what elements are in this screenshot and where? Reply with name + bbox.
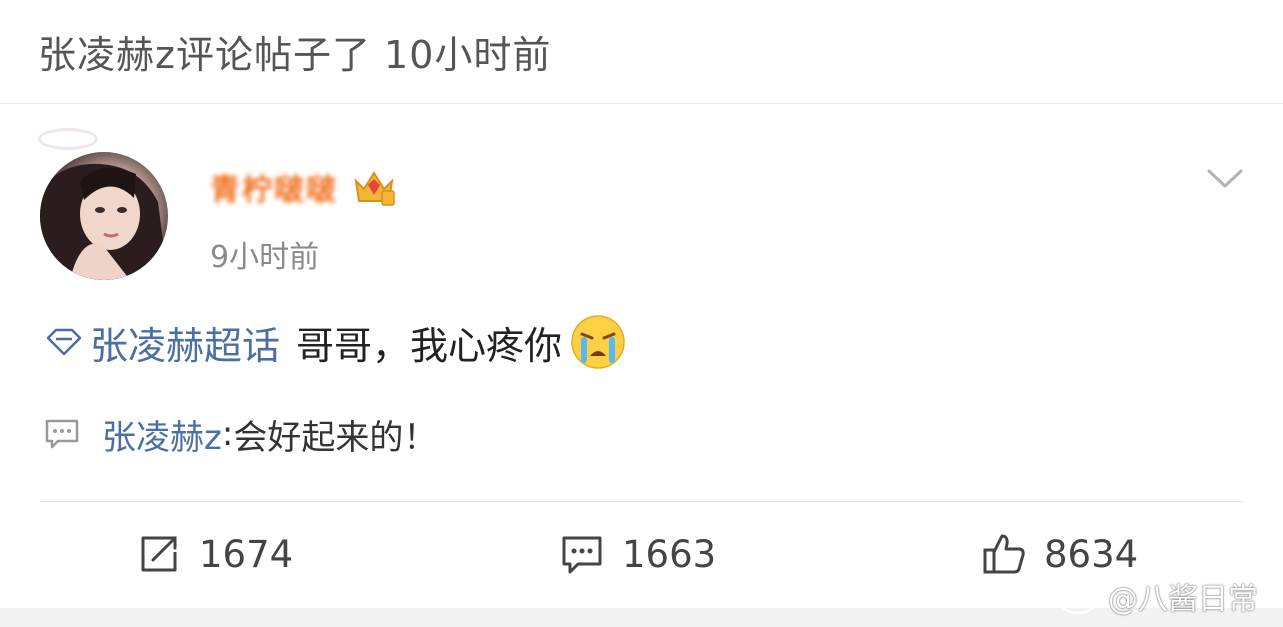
avatar-halo-decoration	[38, 128, 98, 150]
repost-count: 1674	[199, 532, 294, 576]
like-button[interactable]: 8634	[982, 528, 1138, 580]
comment-button[interactable]: 1663	[560, 528, 716, 580]
like-count: 8634	[1044, 532, 1139, 576]
reply-author[interactable]: 张凌赫z	[102, 410, 222, 459]
post-content: 张凌赫超话 哥哥，我心疼你	[44, 315, 626, 369]
comment-icon	[562, 536, 602, 574]
username-row: 青柠啵啵	[210, 165, 396, 209]
reply-separator: :	[221, 414, 234, 454]
topic-label: 张凌赫超话	[90, 323, 281, 368]
avatar[interactable]	[40, 152, 168, 280]
crown-icon	[354, 171, 395, 206]
repost-button[interactable]: 1674	[137, 528, 293, 580]
page-title: 张凌赫z评论帖子了 10小时前	[38, 33, 552, 77]
post-timestamp: 9小时前	[210, 240, 320, 275]
watermark: @八酱日常	[1058, 574, 1258, 618]
reply-row: 张凌赫z : 会好起来的！	[44, 410, 438, 459]
comment-count: 1663	[622, 532, 717, 576]
diamond-topic-icon	[46, 328, 82, 356]
divider	[40, 501, 1243, 502]
reply-text: 会好起来的！	[233, 417, 438, 458]
avatar-portrait-icon	[40, 163, 168, 280]
chevron-down-icon[interactable]	[1206, 166, 1244, 192]
crying-emoji-icon	[571, 315, 625, 369]
thumbs-up-icon	[983, 534, 1025, 574]
header-bar: 张凌赫z评论帖子了 10小时前	[0, 0, 1283, 104]
topic-link[interactable]: 张凌赫超话	[44, 315, 280, 370]
post-body-text: 哥哥，我心疼你	[296, 323, 563, 368]
weibo-logo-icon	[1059, 580, 1102, 615]
username[interactable]: 青柠啵啵	[210, 165, 338, 209]
comment-bubble-icon	[45, 419, 79, 449]
repost-icon	[141, 536, 177, 572]
watermark-text: @八酱日常	[1108, 582, 1258, 617]
